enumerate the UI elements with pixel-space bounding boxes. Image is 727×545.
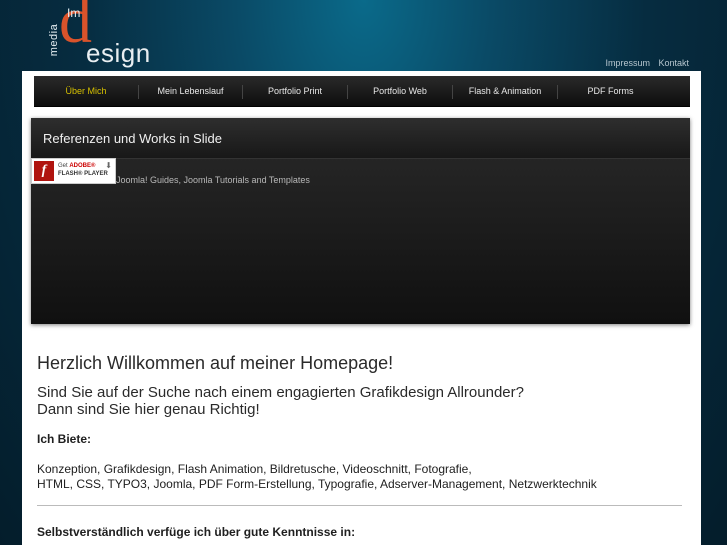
kontakt-link[interactable]: Kontakt (658, 58, 689, 68)
intro-text: Sind Sie auf der Suche nach einem engagi… (37, 384, 687, 418)
site-logo[interactable]: media d Im esign (48, 0, 158, 74)
flash-badge-line1: Get ADOBE® (58, 163, 96, 169)
download-arrow-icon: ⬇ (105, 161, 112, 170)
intro-line-1: Sind Sie auf der Suche nach einem engagi… (37, 384, 524, 401)
knowledge-heading: Selbstverständlich verfüge ich über gute… (37, 525, 356, 539)
main-navigation: Über Mich Mein Lebenslauf Portfolio Prin… (34, 76, 690, 107)
logo-esign-text: esign (86, 38, 151, 68)
welcome-heading: Herzlich Willkommen auf meiner Homepage! (37, 353, 394, 373)
nav-item-pdf-forms[interactable]: PDF Forms (558, 76, 663, 106)
impressum-link[interactable]: Impressum (605, 58, 650, 68)
flash-icon: f (34, 161, 54, 181)
works-slider: Referenzen und Works in Slide f Get ADOB… (31, 118, 690, 324)
get-flash-player-badge[interactable]: f Get ADOBE® FLASH® PLAYER ⬇ (31, 158, 116, 184)
slider-header: Referenzen und Works in Slide (31, 118, 690, 159)
nav-item-lebenslauf[interactable]: Mein Lebenslauf (139, 76, 242, 106)
main-container: Über Mich Mein Lebenslauf Portfolio Prin… (22, 71, 701, 545)
slider-caption: Joomla! Guides, Joomla Tutorials and Tem… (116, 175, 310, 185)
page-content: Herzlich Willkommen auf meiner Homepage!… (37, 353, 687, 539)
offer-list: Konzeption, Grafikdesign, Flash Animatio… (37, 462, 687, 492)
nav-item-ueber-mich[interactable]: Über Mich (34, 76, 138, 106)
slider-title: Referenzen und Works in Slide (43, 131, 222, 146)
nav-item-portfolio-web[interactable]: Portfolio Web (348, 76, 452, 106)
nav-item-flash-animation[interactable]: Flash & Animation (453, 76, 557, 106)
logo-im-text: Im (67, 6, 81, 20)
offer-heading: Ich Biete: (37, 432, 92, 446)
offer-line-2: HTML, CSS, TYPO3, Joomla, PDF Form-Erste… (37, 477, 597, 491)
flash-badge-line2: FLASH® PLAYER (58, 171, 108, 177)
intro-line-2: Dann sind Sie hier genau Richtig! (37, 401, 260, 418)
divider (37, 505, 682, 506)
offer-line-1: Konzeption, Grafikdesign, Flash Animatio… (37, 462, 472, 476)
top-links: Impressum Kontakt (599, 58, 689, 68)
nav-item-portfolio-print[interactable]: Portfolio Print (243, 76, 347, 106)
